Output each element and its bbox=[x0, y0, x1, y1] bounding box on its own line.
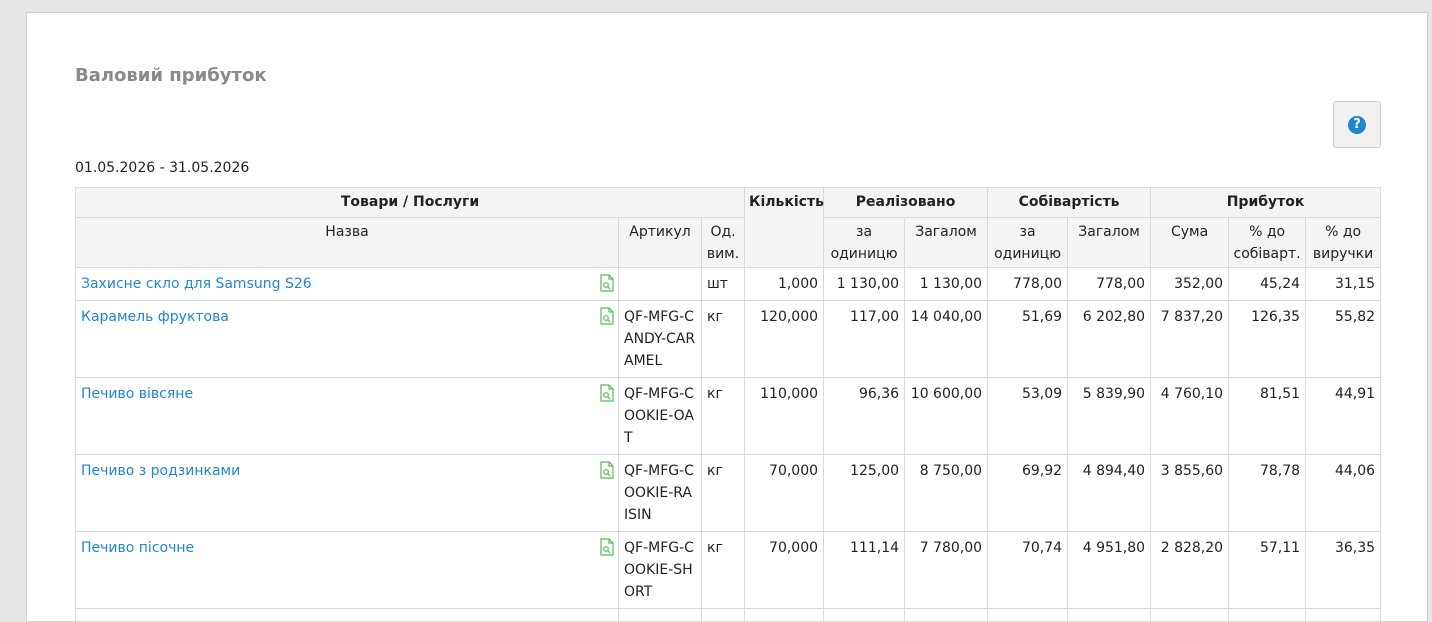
document-icon[interactable] bbox=[600, 274, 614, 292]
product-link[interactable]: Карамель фруктова bbox=[81, 309, 229, 325]
profit-cell: 4 760,10 bbox=[1150, 377, 1230, 455]
header-cost: Собівартість bbox=[987, 187, 1152, 218]
pct-cost-cell: 78,78 bbox=[1228, 454, 1307, 532]
table-row: Карамель фруктова QF-MFG-CANDY-CARAMEL к… bbox=[75, 300, 1382, 378]
header-cost-per-unit: за одиницю bbox=[987, 217, 1069, 268]
qty-cell: 70,000 bbox=[744, 454, 825, 532]
cost-unit-cell: 51,69 bbox=[987, 300, 1069, 378]
sku-cell: QF-MFG-COOKIE-OAT bbox=[618, 377, 702, 455]
sold-total-cell: 14 040,00 bbox=[904, 300, 989, 378]
product-cell: Карамель фруктова bbox=[75, 300, 619, 378]
table-sub-header-row: Назва Артикул Од. вим. за одиницю Загало… bbox=[75, 217, 1382, 268]
header-quantity: Кількість bbox=[744, 187, 825, 268]
cost-unit-cell: 778,00 bbox=[987, 267, 1069, 301]
header-cost-total: Загалом bbox=[1067, 217, 1152, 268]
unit-cell: кг bbox=[700, 377, 746, 455]
report-period: 01.05.2026 - 31.05.2026 bbox=[75, 160, 250, 176]
unit-cell: кг bbox=[700, 531, 746, 609]
header-profit: Прибуток bbox=[1150, 187, 1382, 218]
sold-unit-cell: 1 130,00 bbox=[823, 267, 906, 301]
document-icon[interactable] bbox=[600, 307, 614, 325]
product-link[interactable]: Захисне скло для Samsung S26 bbox=[81, 276, 312, 292]
product-link[interactable]: Печиво вівсяне bbox=[81, 386, 193, 402]
sold-unit-cell: 125,00 bbox=[823, 454, 906, 532]
pct-cost-cell: 81,51 bbox=[1228, 377, 1307, 455]
document-icon[interactable] bbox=[600, 384, 614, 402]
sku-cell: QF-MFG-CANDY-CARAMEL bbox=[618, 300, 702, 378]
product-cell: Печиво з родзинками bbox=[75, 454, 619, 532]
pct-revenue-cell: 31,15 bbox=[1305, 267, 1382, 301]
table-row: Печиво з родзинками QF-MFG-COOKIE-RAISIN… bbox=[75, 454, 1382, 532]
unit-cell: кг bbox=[700, 300, 746, 378]
header-sold-total: Загалом bbox=[904, 217, 989, 268]
sold-total-cell: 10 600,00 bbox=[904, 377, 989, 455]
pct-revenue-cell: 44,06 bbox=[1305, 454, 1382, 532]
cost-unit-cell: 53,09 bbox=[987, 377, 1069, 455]
pct-cost-cell: 57,11 bbox=[1228, 531, 1307, 609]
sku-cell: QF-MFG-COOKIE-RAISIN bbox=[618, 454, 702, 532]
product-cell: Захисне скло для Samsung S26 bbox=[75, 267, 619, 301]
sku-cell: QF-MFG-COOKIE-SHORT bbox=[618, 531, 702, 609]
pct-cost-cell: 126,35 bbox=[1228, 300, 1307, 378]
profit-cell: 3 855,60 bbox=[1150, 454, 1230, 532]
question-icon: ? bbox=[1348, 115, 1366, 134]
cost-unit-cell: 70,74 bbox=[987, 531, 1069, 609]
cost-total-cell: 4 894,40 bbox=[1067, 454, 1152, 532]
sold-unit-cell: 111,14 bbox=[823, 531, 906, 609]
header-sold-per-unit: за одиницю bbox=[823, 217, 906, 268]
pct-revenue-cell: 36,35 bbox=[1305, 531, 1382, 609]
sold-total-cell: 7 780,00 bbox=[904, 531, 989, 609]
sold-unit-cell: 96,36 bbox=[823, 377, 906, 455]
document-icon[interactable] bbox=[600, 461, 614, 479]
sold-total-cell: 1 130,00 bbox=[904, 267, 989, 301]
page-title: Валовий прибуток bbox=[75, 65, 267, 86]
profit-cell: 7 837,20 bbox=[1150, 300, 1230, 378]
sold-unit-cell: 117,00 bbox=[823, 300, 906, 378]
product-cell: Печиво вівсяне bbox=[75, 377, 619, 455]
header-pct-cost: % до собіварт. bbox=[1228, 217, 1307, 268]
header-name: Назва bbox=[75, 217, 619, 268]
pct-revenue-cell: 55,82 bbox=[1305, 300, 1382, 378]
header-pct-revenue: % до виручки bbox=[1305, 217, 1382, 268]
table-row: Печиво пісочне QF-MFG-COOKIE-SHORT кг 70… bbox=[75, 531, 1382, 609]
sold-total-cell: 8 750,00 bbox=[904, 454, 989, 532]
qty-cell: 1,000 bbox=[744, 267, 825, 301]
header-profit-sum: Сума bbox=[1150, 217, 1230, 268]
help-button[interactable]: ? bbox=[1333, 101, 1381, 148]
qty-cell: 70,000 bbox=[744, 531, 825, 609]
product-link[interactable]: Печиво пісочне bbox=[81, 540, 194, 556]
sku-cell bbox=[618, 267, 702, 301]
header-sold: Реалізовано bbox=[823, 187, 989, 218]
table-row: Печиво вівсяне QF-MFG-COOKIE-OAT кг 110,… bbox=[75, 377, 1382, 455]
product-link[interactable]: Печиво з родзинками bbox=[81, 463, 240, 479]
product-cell: Печиво пісочне bbox=[75, 531, 619, 609]
cost-total-cell: 4 951,80 bbox=[1067, 531, 1152, 609]
qty-cell: 120,000 bbox=[744, 300, 825, 378]
unit-cell: шт bbox=[700, 267, 746, 301]
document-icon[interactable] bbox=[600, 538, 614, 556]
table-group-header-row: Товари / Послуги Кількість Реалізовано С… bbox=[74, 187, 1382, 268]
cost-total-cell: 5 839,90 bbox=[1067, 377, 1152, 455]
header-unit: Од. вим. bbox=[700, 217, 746, 268]
cost-unit-cell: 69,92 bbox=[987, 454, 1069, 532]
gross-profit-table: Товари / Послуги Кількість Реалізовано С… bbox=[74, 187, 1382, 622]
qty-cell: 110,000 bbox=[744, 377, 825, 455]
pct-cost-cell: 45,24 bbox=[1228, 267, 1307, 301]
cost-total-cell: 778,00 bbox=[1067, 267, 1152, 301]
header-sku: Артикул bbox=[618, 217, 702, 268]
header-goods: Товари / Послуги bbox=[74, 187, 746, 218]
profit-cell: 2 828,20 bbox=[1150, 531, 1230, 609]
unit-cell: кг bbox=[700, 454, 746, 532]
pct-revenue-cell: 44,91 bbox=[1305, 377, 1382, 455]
report-card: Валовий прибуток ? 01.05.2026 - 31.05.20… bbox=[26, 12, 1428, 622]
table-row-partial bbox=[75, 608, 1382, 622]
profit-cell: 352,00 bbox=[1150, 267, 1230, 301]
cost-total-cell: 6 202,80 bbox=[1067, 300, 1152, 378]
table-row: Захисне скло для Samsung S26 шт 1,000 1 … bbox=[75, 267, 1382, 301]
